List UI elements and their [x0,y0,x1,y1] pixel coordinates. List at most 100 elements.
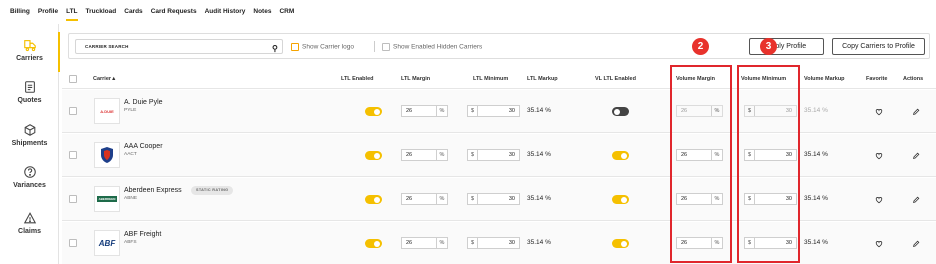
search-placeholder: CARRIER SEARCH [85,44,129,49]
carrier-logo: A.DUIE [94,98,120,124]
sort-up-icon: ▲ [111,76,117,82]
top-nav: Billing Profile LTL Truckload Cards Card… [0,0,936,24]
row-checkbox[interactable] [69,151,77,159]
column-ltl-markup: LTL Markup [527,76,558,82]
search-icon[interactable]: ⚲ [272,42,278,55]
edit-icon[interactable] [912,196,920,204]
ltl-enabled-toggle[interactable] [365,195,382,204]
carrier-code: ABNE [124,196,138,201]
sidebar-item-variances[interactable]: Variances [0,165,59,189]
table-header: Carrier▲ LTL Enabled LTL Margin LTL Mini… [62,70,936,89]
edit-icon[interactable] [912,108,920,116]
vl-ltl-enabled-toggle[interactable] [612,107,629,116]
ltl-minimum-input[interactable]: $30 [467,149,520,161]
tab-cards[interactable]: Cards [124,0,142,24]
sidebar-item-label: Shipments [11,140,48,147]
ltl-margin-input[interactable]: 26% [401,193,448,205]
volume-markup-value: 35.14 % [804,151,828,158]
ltl-markup-value: 35.14 % [527,195,551,202]
carrier-table: Carrier▲ LTL Enabled LTL Margin LTL Mini… [62,70,936,264]
vl-ltl-enabled-toggle[interactable] [612,195,629,204]
row-checkbox[interactable] [69,195,77,203]
sidebar-item-quotes[interactable]: Quotes [0,80,59,104]
question-icon [23,166,36,178]
volume-minimum-highlight [737,65,800,263]
select-all-checkbox[interactable] [69,75,77,83]
ltl-enabled-toggle[interactable] [365,151,382,160]
column-vl-ltl-enabled: VL LTL Enabled [595,76,636,82]
copy-carriers-to-profile-button[interactable]: Copy Carriers to Profile [832,38,925,55]
ltl-markup-value: 35.14 % [527,107,551,114]
sidebar-item-label: Variances [13,182,46,189]
sidebar-item-label: Carriers [16,55,43,62]
show-hidden-carriers-checkbox[interactable]: Show Enabled Hidden Carriers [382,43,482,51]
sidebar-item-claims[interactable]: Claims [0,211,59,235]
row-checkbox[interactable] [69,239,77,247]
carrier-name: Aberdeen Express [124,187,182,194]
tab-crm[interactable]: CRM [279,0,294,24]
column-ltl-minimum: LTL Minimum [473,76,509,82]
column-ltl-enabled: LTL Enabled [341,76,374,82]
tab-ltl[interactable]: LTL [66,0,78,24]
tab-profile[interactable]: Profile [38,0,58,24]
sidebar-item-label: Claims [18,228,41,235]
sidebar-item-carriers[interactable]: Carriers [0,32,60,72]
column-favorite: Favorite [866,76,888,82]
carrier-name: ABF Freight [124,231,162,238]
carrier-logo: ABF [94,230,120,256]
edit-icon[interactable] [912,240,920,248]
callout-badge-3: 3 [760,38,777,55]
search-input[interactable]: CARRIER SEARCH ⚲ [75,39,283,54]
ltl-minimum-input[interactable]: $30 [467,237,520,249]
tab-card-requests[interactable]: Card Requests [151,0,197,24]
carrier-name: AAA Cooper [124,143,163,150]
column-carrier[interactable]: Carrier▲ [93,76,117,82]
heart-icon[interactable] [875,152,883,160]
vl-ltl-enabled-toggle[interactable] [612,151,629,160]
ltl-enabled-toggle[interactable] [365,107,382,116]
tab-truckload[interactable]: Truckload [86,0,117,24]
ltl-minimum-input[interactable]: $30 [467,105,520,117]
ltl-markup-value: 35.14 % [527,151,551,158]
callout-badge-2: 2 [692,38,709,55]
volume-markup-value: 35.14 % [804,239,828,246]
ltl-enabled-toggle[interactable] [365,239,382,248]
show-carrier-logo-checkbox[interactable]: Show Carrier logo [291,43,354,51]
carrier-logo [94,142,120,168]
tab-audit-history[interactable]: Audit History [205,0,246,24]
table-row[interactable]: ABF ABF Freight ABFS 26% $30 35.14 % 26%… [62,222,936,264]
carrier-name: A. Duie Pyle [124,99,163,106]
document-icon [24,81,35,93]
warning-icon [23,212,36,224]
checkbox-box[interactable] [382,43,390,51]
sidebar-item-shipments[interactable]: Shipments [0,123,59,147]
tab-notes[interactable]: Notes [253,0,271,24]
checkbox-label: Show Enabled Hidden Carriers [393,43,483,51]
checkbox-box[interactable] [291,43,299,51]
static-rating-badge: STATIC RATING [191,186,234,195]
box-icon [24,124,35,136]
ltl-margin-input[interactable]: 26% [401,149,448,161]
carrier-code: PYLE [124,108,137,113]
carrier-code: ABFS [124,240,137,245]
row-checkbox[interactable] [69,107,77,115]
truck-icon [23,40,36,52]
table-row[interactable]: A.DUIE A. Duie Pyle PYLE 26% $30 35.14 %… [62,90,936,133]
ltl-margin-input[interactable]: 26% [401,105,448,117]
carrier-toolbar: CARRIER SEARCH ⚲ Show Carrier logo Show … [68,33,930,59]
carrier-code: AACT [124,152,137,157]
table-row[interactable]: AAA Cooper AACT 26% $30 35.14 % 26% $30 … [62,134,936,177]
sidebar: Carriers Quotes Shipments Variances Clai… [0,24,60,264]
ltl-minimum-input[interactable]: $30 [467,193,520,205]
shield-icon [101,147,113,163]
heart-icon[interactable] [875,240,883,248]
heart-icon[interactable] [875,108,883,116]
heart-icon[interactable] [875,196,883,204]
ltl-margin-input[interactable]: 26% [401,237,448,249]
checkbox-label: Show Carrier logo [302,43,355,51]
edit-icon[interactable] [912,152,920,160]
volume-margin-highlight [670,65,732,263]
tab-billing[interactable]: Billing [10,0,30,24]
vl-ltl-enabled-toggle[interactable] [612,239,629,248]
table-row[interactable]: ABERDEEN Aberdeen Express STATIC RATING … [62,178,936,221]
